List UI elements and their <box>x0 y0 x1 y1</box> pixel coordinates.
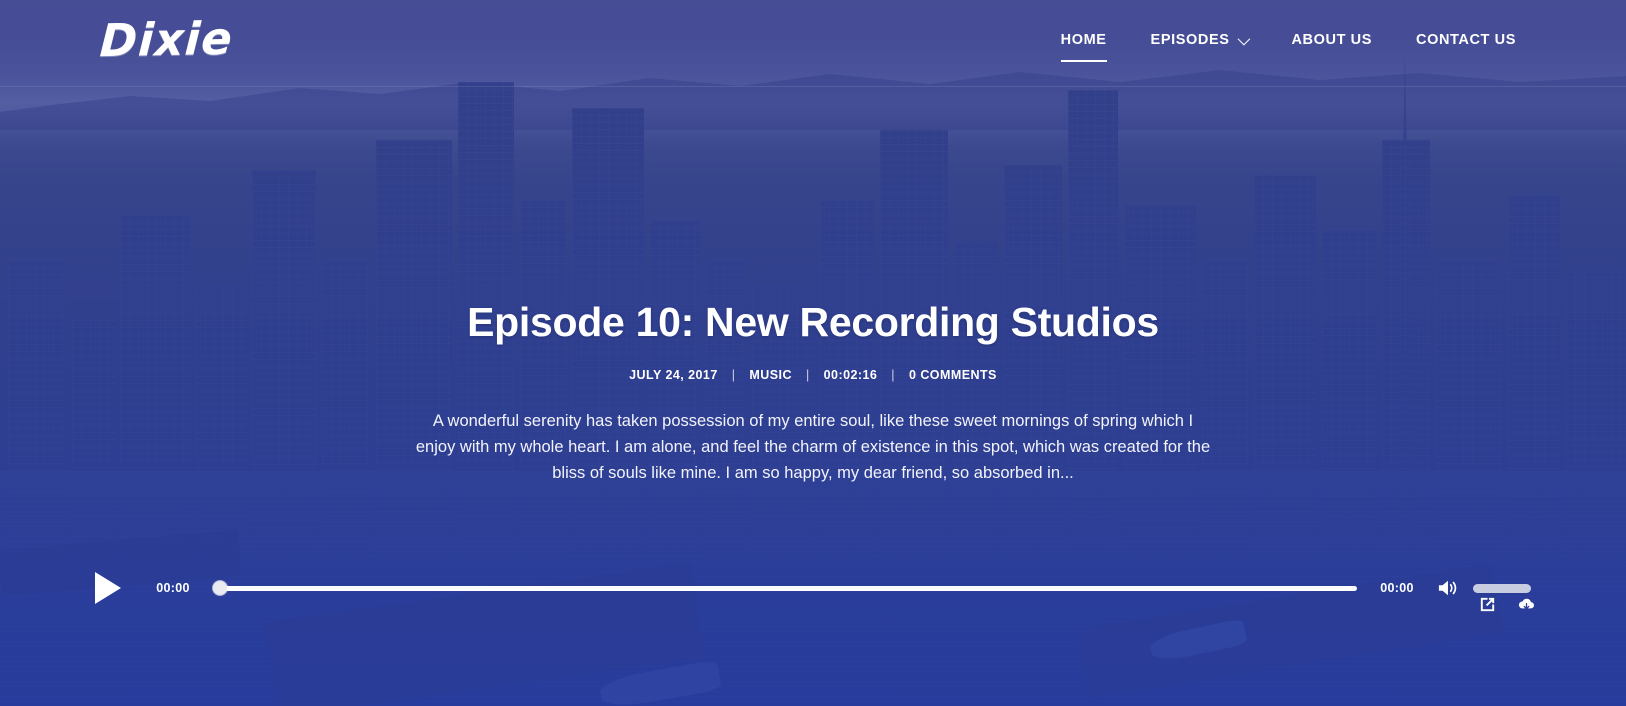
site-logo[interactable]: Dixie <box>99 12 235 67</box>
site-logo-text: Dixie <box>98 11 235 68</box>
download-cloud-icon[interactable] <box>1517 595 1536 614</box>
episode-duration: 00:02:16 <box>823 367 878 382</box>
player-progress-bar[interactable] <box>213 581 1357 595</box>
nav-item-about-us-label: ABOUT US <box>1291 32 1373 48</box>
nav-item-contact-us[interactable]: CONTACT US <box>1394 30 1538 50</box>
nav-item-contact-us-label: CONTACT US <box>1416 32 1516 48</box>
player-progress-track <box>213 585 1357 591</box>
player-progress-handle[interactable] <box>213 581 227 595</box>
header-divider <box>0 86 1626 87</box>
meta-separator-1: | <box>731 367 736 382</box>
nav-item-episodes[interactable]: EPISODES <box>1129 30 1270 50</box>
episode-meta: JULY 24, 2017 | MUSIC | 00:02:16 | 0 COM… <box>0 368 1626 382</box>
player-current-time: 00:00 <box>156 581 190 595</box>
nav-active-indicator <box>1060 60 1107 62</box>
main-navigation: HOME EPISODES ABOUT US CONTACT US <box>1039 30 1538 62</box>
meta-separator-3: | <box>891 367 895 382</box>
nav-item-about-us[interactable]: ABOUT US <box>1269 30 1394 50</box>
player-volume-slider[interactable] <box>1473 583 1531 593</box>
episode-comments[interactable]: 0 COMMENTS <box>895 368 1011 382</box>
site-header: Dixie HOME EPISODES ABOUT US CONTACT US <box>0 0 1626 86</box>
external-link-icon[interactable] <box>1478 595 1497 614</box>
episode-category[interactable]: MUSIC <box>735 368 806 382</box>
audio-player: 00:00 00:00 <box>0 570 1626 606</box>
player-end-time: 00:00 <box>1380 581 1414 595</box>
nav-item-home-label: HOME <box>1060 32 1107 48</box>
play-icon[interactable] <box>95 572 121 604</box>
nav-item-home[interactable]: HOME <box>1039 30 1129 62</box>
episode-description: A wonderful serenity has taken possessio… <box>415 411 1211 483</box>
nav-item-episodes-label: EPISODES <box>1150 32 1230 48</box>
hero-section: Dixie HOME EPISODES ABOUT US CONTACT US … <box>0 0 1626 706</box>
hero-content: Episode 10: New Recording Studios JULY 2… <box>0 299 1626 486</box>
speaker-volume-icon[interactable] <box>1437 578 1459 598</box>
chevron-down-icon <box>1238 32 1251 45</box>
episode-title: Episode 10: New Recording Studios <box>467 299 1159 345</box>
meta-separator-2: | <box>805 367 810 382</box>
episode-date: JULY 24, 2017 <box>629 367 718 382</box>
player-action-buttons <box>1478 595 1536 614</box>
